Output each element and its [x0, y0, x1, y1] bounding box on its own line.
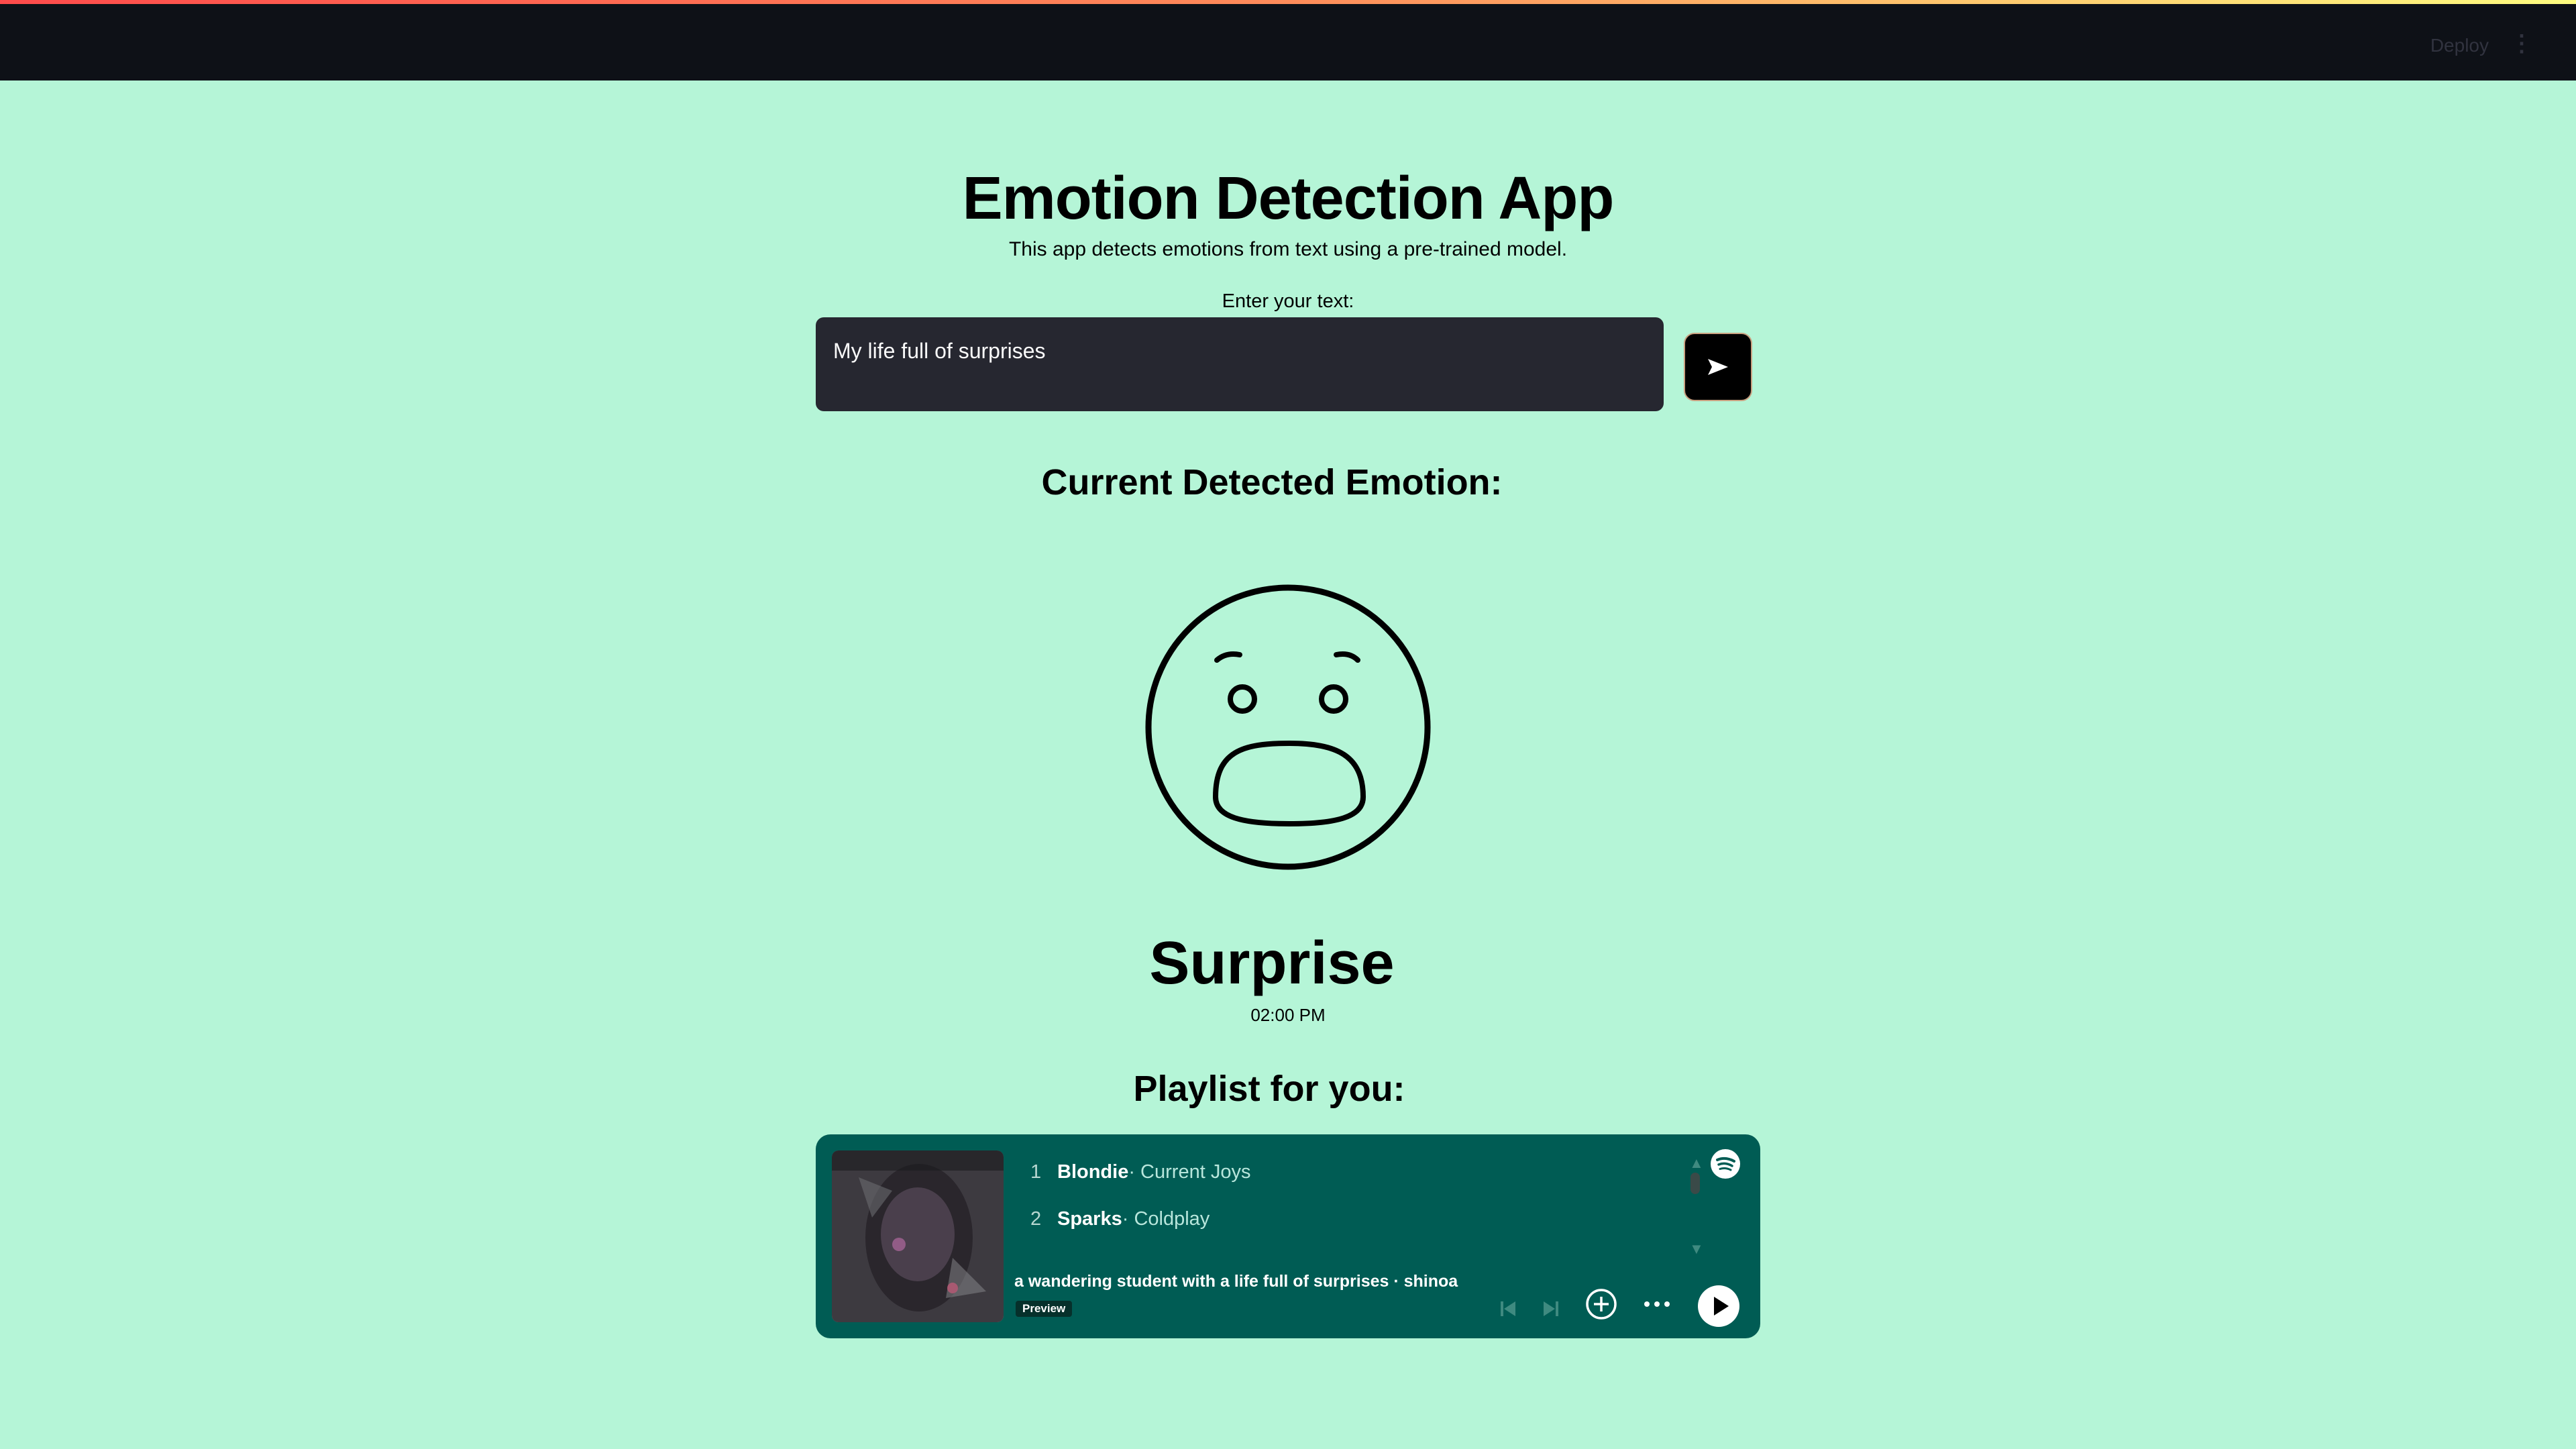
detected-emotion: Surprise [1149, 930, 1395, 997]
more-options-icon[interactable] [1642, 1294, 1672, 1314]
track-title: Sparks [1057, 1208, 1122, 1230]
spotify-logo-icon[interactable] [1709, 1148, 1741, 1180]
next-track-icon[interactable] [1540, 1298, 1562, 1320]
main-menu-icon[interactable]: ⋮ [2510, 32, 2533, 55]
add-to-library-icon[interactable] [1585, 1287, 1618, 1321]
timestamp: 02:00 PM [1250, 1005, 1326, 1025]
list-item[interactable]: 1 Blondie · Current Joys [1030, 1161, 1250, 1183]
play-icon[interactable] [1697, 1285, 1740, 1328]
track-number: 1 [1030, 1161, 1042, 1183]
list-item[interactable]: 2 Sparks · Coldplay [1030, 1208, 1210, 1230]
text-input-label: Enter your text: [1222, 290, 1354, 312]
emotion-heading: Current Detected Emotion: [1041, 462, 1503, 502]
page-title: Emotion Detection App [962, 165, 1615, 232]
playlist-heading: Playlist for you: [1133, 1069, 1405, 1109]
top-header: Deploy ⋮ [0, 0, 2576, 80]
text-input[interactable]: My life full of surprises [816, 317, 1664, 411]
album-cover [832, 1150, 1004, 1322]
surprised-face-icon [1145, 584, 1431, 870]
send-button[interactable] [1684, 333, 1752, 401]
spotify-player: 1 Blondie · Current Joys 2 Sparks · Cold… [816, 1134, 1760, 1338]
previous-track-icon[interactable] [1497, 1298, 1519, 1320]
scroll-down-icon[interactable]: ▼ [1689, 1240, 1704, 1258]
header-decoration-bar [0, 0, 2576, 4]
page-subtitle: This app detects emotions from text usin… [1008, 238, 1568, 260]
track-artist: · Coldplay [1122, 1208, 1210, 1230]
playlist-description: a wandering student with a life full of … [1014, 1272, 1458, 1291]
track-artist: · Current Joys [1128, 1161, 1251, 1183]
send-arrow-icon [1708, 359, 1728, 375]
preview-badge: Preview [1016, 1301, 1073, 1317]
scrollbar-thumb[interactable] [1690, 1173, 1700, 1194]
scroll-up-icon[interactable]: ▲ [1689, 1155, 1704, 1172]
track-title: Blondie [1057, 1161, 1129, 1183]
deploy-button[interactable]: Deploy [2430, 35, 2489, 56]
track-number: 2 [1030, 1208, 1042, 1230]
